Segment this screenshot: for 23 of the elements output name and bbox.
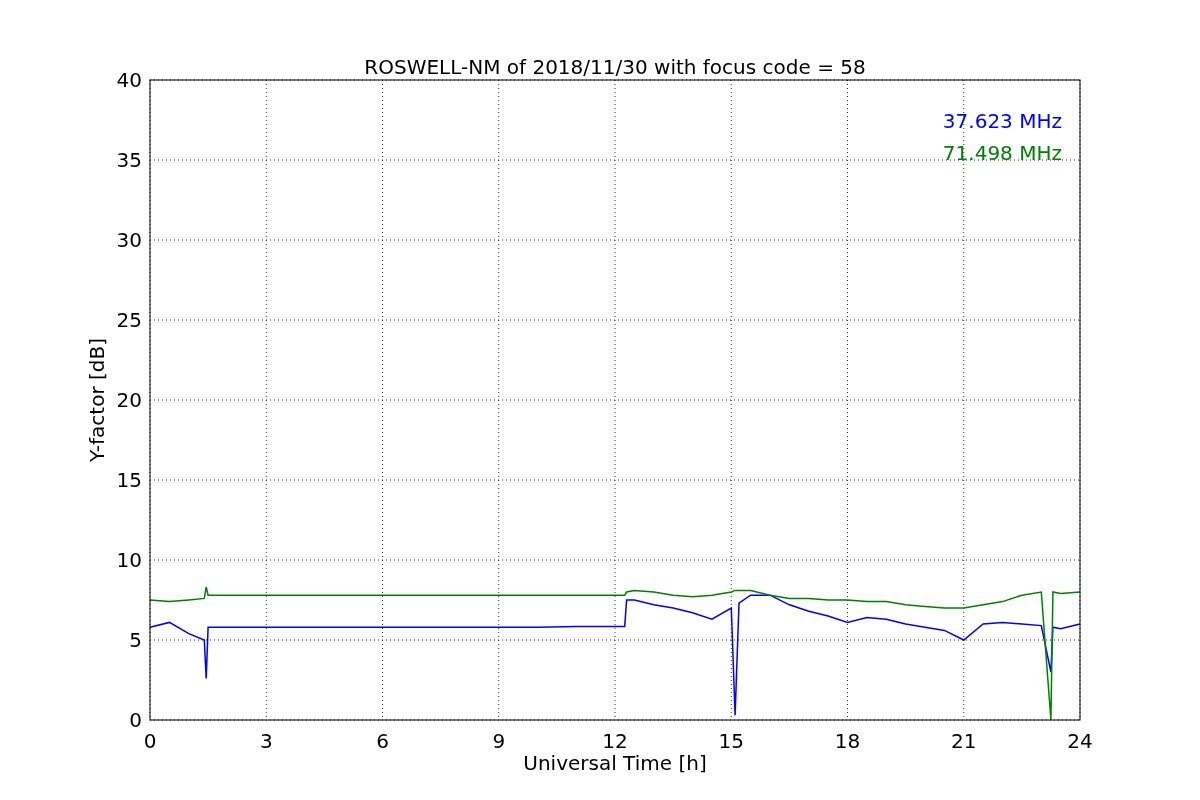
- x-tick-label: 24: [1067, 729, 1093, 753]
- x-tick-label: 21: [951, 729, 977, 753]
- y-tick-label: 0: [129, 708, 142, 732]
- y-tick-label: 40: [116, 68, 142, 92]
- x-tick-label: 6: [376, 729, 389, 753]
- y-tick-label: 20: [116, 388, 142, 412]
- x-tick-label: 12: [602, 729, 628, 753]
- chart-title: ROSWELL-NM of 2018/11/30 with focus code = 58: [364, 55, 866, 79]
- x-tick-label: 18: [834, 729, 861, 753]
- x-tick-label: 9: [492, 729, 506, 753]
- x-tick-label: 3: [259, 729, 273, 753]
- y-tick-label: 25: [116, 308, 142, 332]
- y-tick-label: 30: [116, 228, 142, 252]
- x-axis-label: Universal Time [h]: [523, 751, 707, 775]
- x-tick-label: 15: [718, 729, 744, 753]
- legend-label: 71.498 MHz: [942, 141, 1062, 165]
- y-tick-label: 35: [116, 148, 142, 172]
- y-axis-label: Y-factor [dB]: [85, 338, 109, 462]
- legend-label: 37.623 MHz: [942, 109, 1062, 133]
- y-tick-label: 10: [116, 548, 142, 572]
- y-tick-label: 5: [129, 628, 142, 652]
- x-tick-label: 0: [143, 729, 157, 753]
- y-tick-label: 15: [116, 468, 142, 492]
